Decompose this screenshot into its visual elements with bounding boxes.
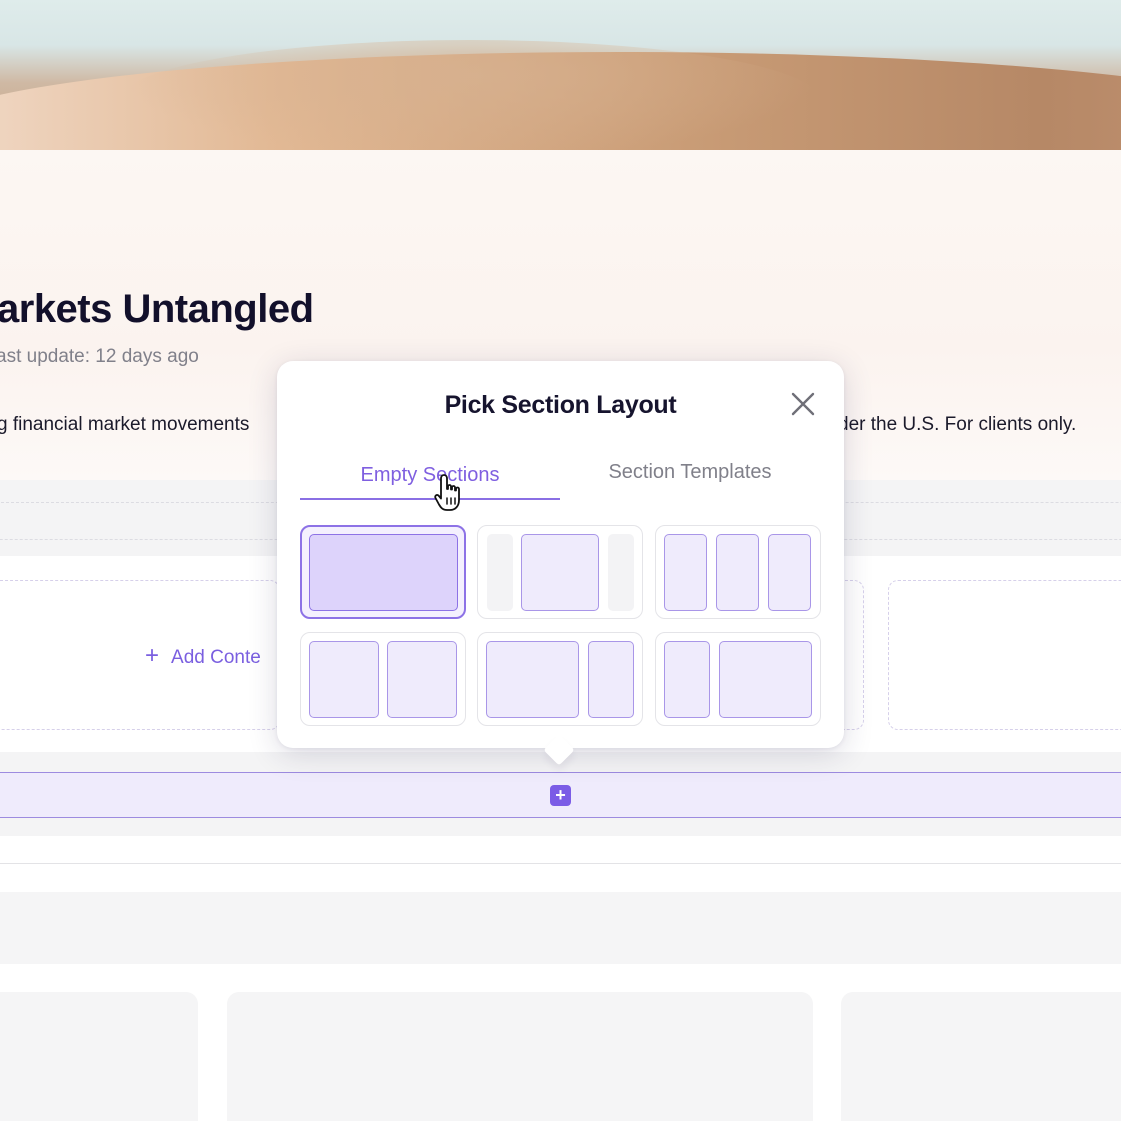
layout-block	[716, 534, 759, 611]
placeholder-band	[0, 892, 1121, 964]
placeholder-card	[841, 992, 1121, 1121]
layout-option-three-columns[interactable]	[655, 525, 821, 619]
add-content-button[interactable]: + Add Conte	[145, 642, 261, 670]
layout-option-single-column[interactable]	[300, 525, 466, 619]
page-canvas: arkets Untangled ast update: 12 days ago…	[0, 0, 1121, 1121]
placeholder-card	[0, 992, 198, 1121]
layout-block	[487, 534, 513, 611]
layout-block	[719, 641, 812, 718]
layout-option-two-columns-wide-left[interactable]	[477, 632, 643, 726]
add-content-label: Add Conte	[171, 647, 261, 668]
placeholder-card	[227, 992, 813, 1121]
layout-option-centered-with-margins[interactable]	[477, 525, 643, 619]
layout-block	[588, 641, 634, 718]
layout-block	[521, 534, 599, 611]
section-divider	[0, 836, 1121, 864]
close-icon[interactable]	[789, 390, 817, 418]
active-tab-indicator	[300, 498, 560, 500]
cover-image	[0, 0, 1121, 150]
page-title: arkets Untangled	[0, 287, 314, 331]
popover-title: Pick Section Layout	[444, 391, 677, 419]
last-update-text: ast update: 12 days ago	[0, 346, 199, 367]
content-column-right[interactable]	[888, 580, 1121, 730]
layout-option-two-columns-equal[interactable]	[300, 632, 466, 726]
add-section-button[interactable]: +	[550, 785, 571, 806]
layout-block	[768, 534, 811, 611]
hand-cursor-icon	[432, 472, 468, 514]
plus-icon: +	[145, 642, 160, 669]
layout-block	[387, 641, 457, 718]
section-layout-popover: Pick Section Layout Empty Sections Secti…	[277, 361, 844, 766]
layout-block	[664, 641, 710, 718]
tab-empty-sections[interactable]: Empty Sections	[300, 464, 560, 487]
layout-block	[486, 641, 579, 718]
layout-block	[309, 641, 379, 718]
page-description-right: der the U.S. For clients only.	[838, 414, 1077, 435]
layout-option-two-columns-wide-right[interactable]	[655, 632, 821, 726]
tab-section-templates[interactable]: Section Templates	[560, 461, 820, 484]
layout-block	[664, 534, 707, 611]
layout-block	[309, 534, 458, 611]
layout-block	[608, 534, 634, 611]
page-description-left: g financial market movements	[0, 414, 250, 435]
